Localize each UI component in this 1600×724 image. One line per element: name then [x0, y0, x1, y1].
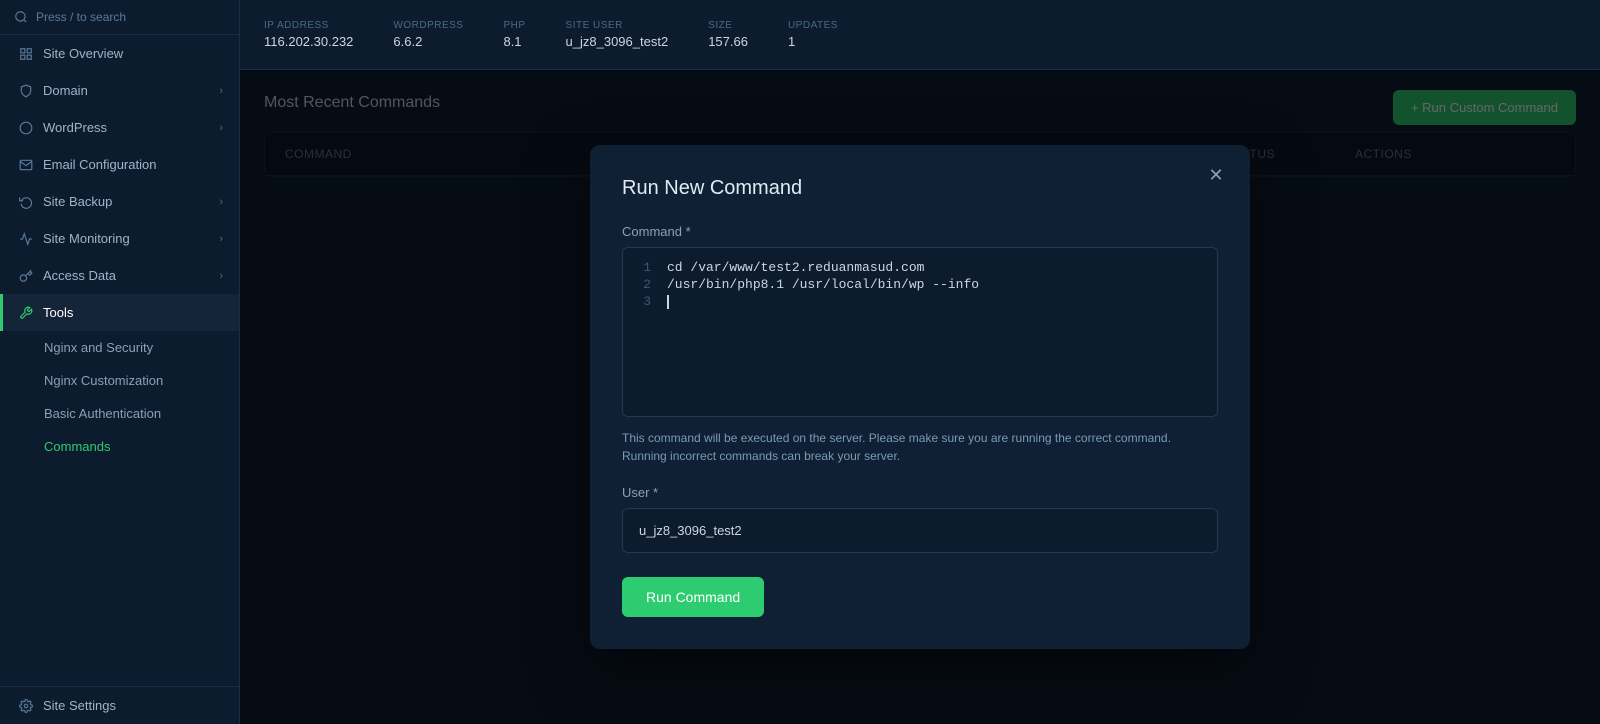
run-command-button[interactable]: Run Command [622, 577, 764, 617]
sidebar-label-email: Email Configuration [43, 157, 156, 172]
modal-close-button[interactable]: ✕ [1202, 161, 1230, 189]
chevron-right-icon: › [219, 270, 223, 282]
sidebar-label-site-overview: Site Overview [43, 46, 123, 61]
wordpress-icon [19, 121, 33, 135]
topbar-wp-value: 6.6.2 [393, 34, 463, 49]
topbar-wp-label: WORDPRESS [393, 20, 463, 31]
sidebar-item-backup[interactable]: Site Backup › [0, 183, 239, 220]
command-label: Command * [622, 224, 1218, 239]
topbar-updates-value: 1 [788, 34, 838, 49]
topbar-php-label: PHP [503, 20, 525, 31]
backup-icon [19, 195, 33, 209]
code-line-3: 3 [635, 294, 1205, 309]
search-placeholder: Press / to search [36, 10, 126, 24]
chevron-right-icon: › [219, 85, 223, 97]
sidebar-sub-nginx-security[interactable]: Nginx and Security [0, 331, 239, 364]
topbar-updates: UPDATES 1 [788, 20, 838, 49]
email-icon [19, 158, 33, 172]
line-num-2: 2 [635, 277, 651, 292]
sidebar-item-wordpress[interactable]: WordPress › [0, 109, 239, 146]
sidebar: Press / to search Site Overview Domain ›… [0, 0, 240, 724]
line-code-2: /usr/bin/php8.1 /usr/local/bin/wp --info [667, 277, 979, 292]
sidebar-item-site-settings[interactable]: Site Settings [0, 687, 239, 724]
shield-icon [19, 84, 33, 98]
topbar-size: SIZE 157.66 [708, 20, 748, 49]
code-lines: 1 cd /var/www/test2.reduanmasud.com 2 /u… [635, 260, 1205, 309]
run-command-modal: Run New Command ✕ Command * 1 cd /var/ww… [590, 145, 1250, 649]
monitoring-icon [19, 232, 33, 246]
chevron-right-icon: › [219, 233, 223, 245]
modal-title: Run New Command [622, 177, 1218, 200]
user-input[interactable] [622, 508, 1218, 553]
sidebar-item-access-data[interactable]: Access Data › [0, 257, 239, 294]
search-icon [14, 10, 28, 24]
command-editor[interactable]: 1 cd /var/www/test2.reduanmasud.com 2 /u… [622, 247, 1218, 417]
chevron-right-icon: › [219, 196, 223, 208]
topbar-size-value: 157.66 [708, 34, 748, 49]
warning-text: This command will be executed on the ser… [622, 429, 1218, 465]
topbar-siteuser: SITE USER u_jz8_3096_test2 [566, 20, 669, 49]
sidebar-label-access: Access Data [43, 268, 116, 283]
sidebar-label-backup: Site Backup [43, 194, 112, 209]
topbar-wp: WORDPRESS 6.6.2 [393, 20, 463, 49]
sidebar-item-email[interactable]: Email Configuration [0, 146, 239, 183]
top-bar: IP ADDRESS 116.202.30.232 WORDPRESS 6.6.… [240, 0, 1600, 70]
topbar-ip-label: IP ADDRESS [264, 20, 353, 31]
chevron-right-icon: › [219, 122, 223, 134]
sidebar-item-domain[interactable]: Domain › [0, 72, 239, 109]
sidebar-sub-commands[interactable]: Commands [0, 430, 239, 463]
topbar-php-value: 8.1 [503, 34, 525, 49]
topbar-updates-label: UPDATES [788, 20, 838, 31]
line-code-1: cd /var/www/test2.reduanmasud.com [667, 260, 924, 275]
sidebar-label-monitoring: Site Monitoring [43, 231, 130, 246]
topbar-ip-value: 116.202.30.232 [264, 34, 353, 49]
line-num-1: 1 [635, 260, 651, 275]
code-line-2: 2 /usr/bin/php8.1 /usr/local/bin/wp --in… [635, 277, 1205, 292]
tools-icon [19, 306, 33, 320]
topbar-siteuser-label: SITE USER [566, 20, 669, 31]
sidebar-label-settings: Site Settings [43, 698, 116, 713]
user-label: User * [622, 485, 1218, 500]
content-area: Most Recent Commands + Run Custom Comman… [240, 70, 1600, 724]
modal-overlay[interactable]: Run New Command ✕ Command * 1 cd /var/ww… [240, 70, 1600, 724]
search-bar[interactable]: Press / to search [0, 0, 239, 35]
sidebar-sub-basic-auth[interactable]: Basic Authentication [0, 397, 239, 430]
topbar-size-label: SIZE [708, 20, 748, 31]
sidebar-item-site-overview[interactable]: Site Overview [0, 35, 239, 72]
sidebar-label-tools: Tools [43, 305, 73, 320]
code-line-1: 1 cd /var/www/test2.reduanmasud.com [635, 260, 1205, 275]
topbar-php: PHP 8.1 [503, 20, 525, 49]
topbar-siteuser-value: u_jz8_3096_test2 [566, 34, 669, 49]
sidebar-item-monitoring[interactable]: Site Monitoring › [0, 220, 239, 257]
topbar-ip: IP ADDRESS 116.202.30.232 [264, 20, 353, 49]
sidebar-item-tools[interactable]: Tools [0, 294, 239, 331]
text-cursor [667, 295, 669, 309]
main-content: IP ADDRESS 116.202.30.232 WORDPRESS 6.6.… [240, 0, 1600, 724]
sidebar-sub-nginx-customization[interactable]: Nginx Customization [0, 364, 239, 397]
sidebar-label-domain: Domain [43, 83, 88, 98]
access-icon [19, 269, 33, 283]
gear-icon [19, 699, 33, 713]
sidebar-label-wordpress: WordPress [43, 120, 107, 135]
grid-icon [19, 47, 33, 61]
line-num-3: 3 [635, 294, 651, 309]
